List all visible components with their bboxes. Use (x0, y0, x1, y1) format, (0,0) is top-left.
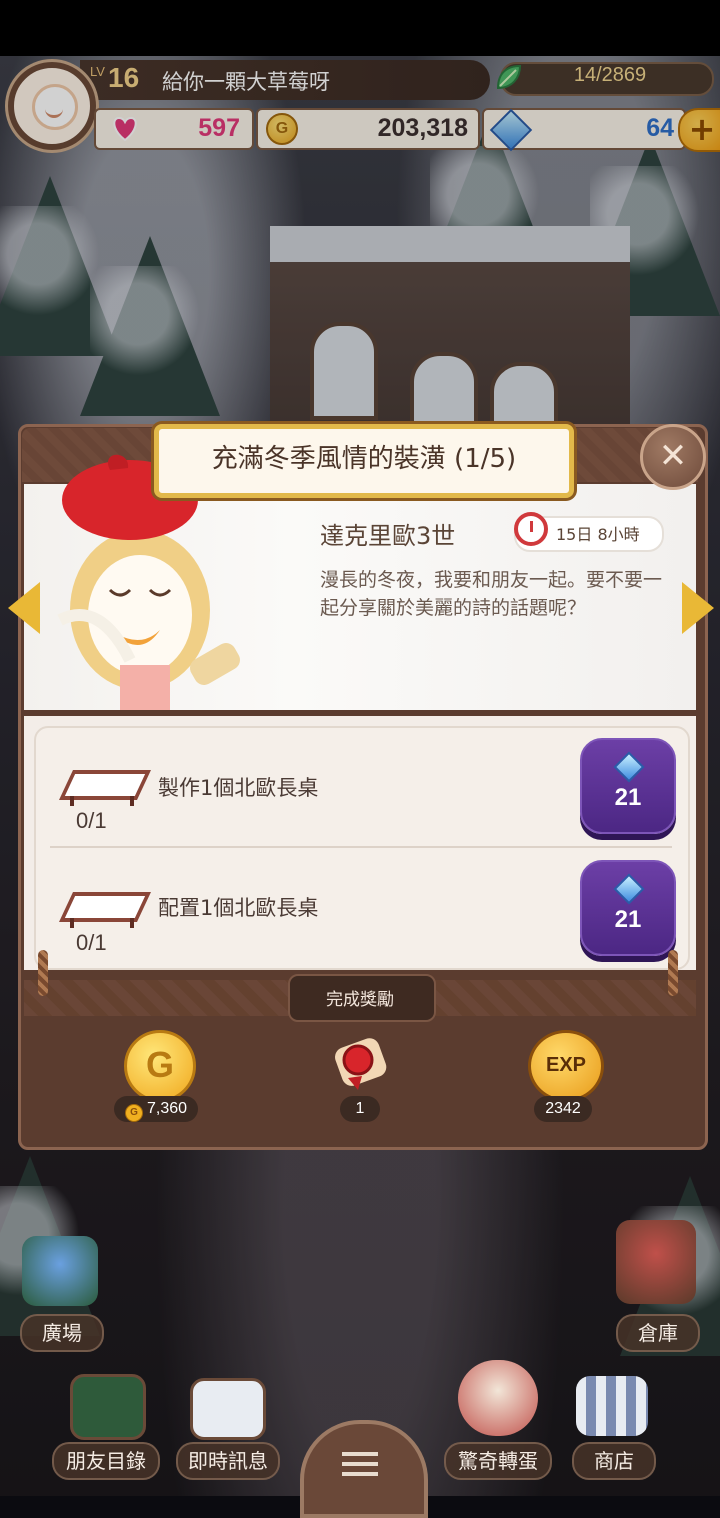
alarm-clock-icon (514, 512, 548, 546)
completion-reward-label: 完成獎勵 (326, 990, 394, 1010)
task-progress: 0/1 (76, 930, 107, 955)
next-quest-button[interactable] (682, 582, 714, 634)
gem-icon (613, 751, 645, 783)
exp-reward-icon: EXP (528, 1030, 604, 1102)
task-label: 製作1個北歐長桌 (158, 776, 319, 800)
scroll-reward-icon (335, 1038, 387, 1090)
task-label: 配置1個北歐長桌 (158, 896, 319, 920)
close-button[interactable]: ✕ (640, 424, 706, 490)
exp-reward-value: 2342 (534, 1096, 592, 1122)
shop-button[interactable]: 商店 (572, 1442, 656, 1480)
menu-icon (342, 1452, 378, 1456)
npc-name: 達克里歐3世 (320, 522, 456, 550)
plaza-tree-icon[interactable] (22, 1236, 98, 1306)
coin-reward-amount: 7,360 (146, 1100, 188, 1117)
friends-list-button[interactable]: 朋友目錄 (52, 1442, 160, 1480)
storage-house-icon[interactable] (616, 1220, 696, 1304)
npc-dialog: 漫長的冬夜，我要和朋友一起。要不要一起分享關於美麗的詩的話題呢？ (320, 569, 663, 619)
quest-title: 充滿冬季風情的裝潢 (1/5) (211, 444, 517, 474)
task-reward-amount: 21 (614, 906, 642, 933)
task-gem-reward-button[interactable]: 21 (580, 738, 676, 834)
friends-book-icon[interactable] (70, 1374, 146, 1440)
storage-button[interactable]: 倉庫 (616, 1314, 700, 1352)
coin-icon: G (124, 1104, 143, 1122)
gacha-button[interactable]: 驚奇轉蛋 (444, 1442, 552, 1480)
gacha-machine-icon[interactable] (458, 1360, 538, 1436)
table-legs (70, 918, 134, 928)
table-legs (70, 796, 134, 806)
scroll-reward-value: 1 (340, 1096, 380, 1122)
messages-button[interactable]: 即時訊息 (176, 1442, 280, 1480)
task-divider (50, 846, 672, 848)
previous-quest-button[interactable] (8, 582, 40, 634)
messages-board-icon[interactable] (190, 1378, 266, 1440)
shop-stall-icon[interactable] (576, 1376, 648, 1436)
rope-decoration (38, 950, 48, 996)
coin-reward-value: G 7,360 (114, 1096, 198, 1122)
plaza-button[interactable]: 廣場 (20, 1314, 104, 1352)
status-bar (0, 0, 720, 56)
task-reward-amount: 21 (614, 784, 642, 811)
quest-timer-text: 15日 8小時 (556, 525, 640, 544)
task-gem-reward-button[interactable]: 21 (580, 860, 676, 956)
task-progress: 0/1 (76, 808, 107, 833)
coin-reward-icon: G (124, 1030, 196, 1102)
gem-icon (613, 873, 645, 905)
rope-decoration (668, 950, 678, 996)
